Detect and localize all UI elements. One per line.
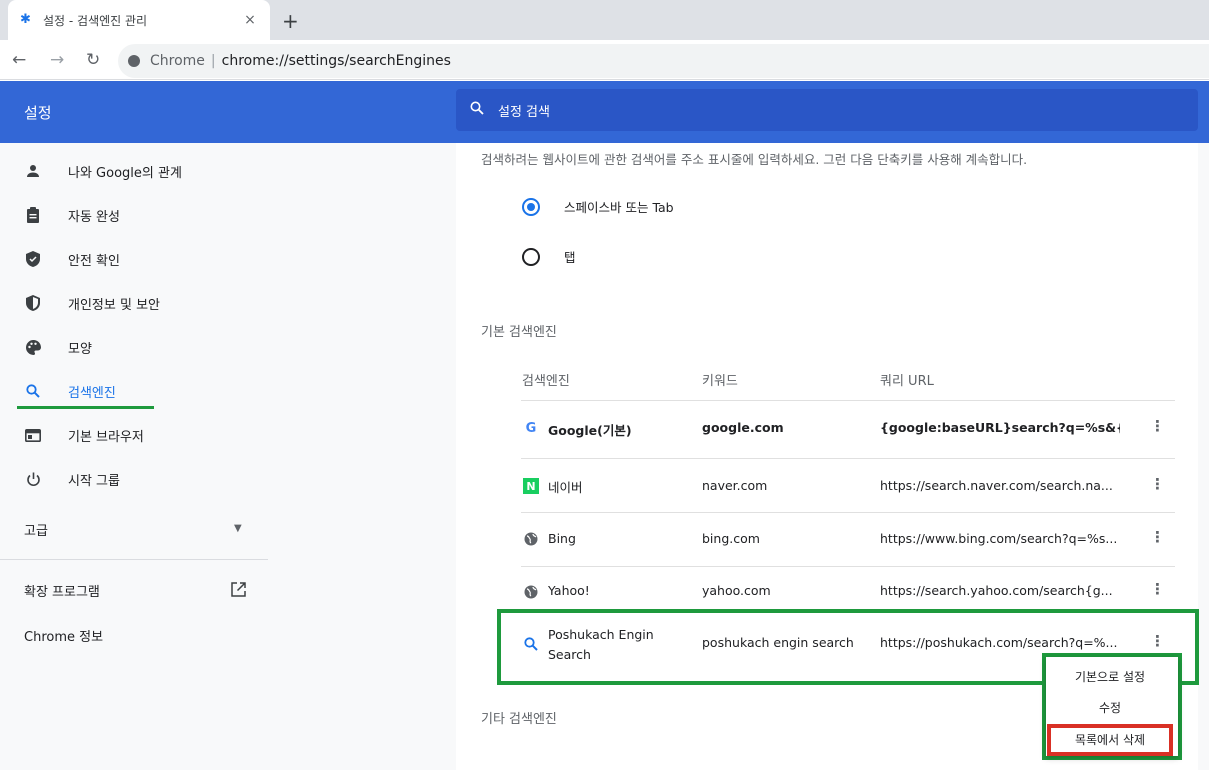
- tab-title: 설정 - 검색엔진 관리: [43, 13, 148, 28]
- sidebar-item-label: 나와 Google의 관계: [68, 165, 182, 181]
- tab-close-button[interactable]: ×: [242, 12, 258, 28]
- google-icon: G: [525, 420, 537, 436]
- shield-check-icon: [24, 250, 42, 268]
- radio-label: 탭: [564, 250, 576, 265]
- back-icon[interactable]: ←: [12, 50, 26, 70]
- sidebar-item-appearance[interactable]: 모양: [0, 325, 268, 369]
- sidebar-extensions[interactable]: 확장 프로그램: [24, 581, 100, 600]
- forward-icon[interactable]: →: [50, 50, 64, 70]
- clipboard-icon: [24, 206, 42, 224]
- omnibox-scheme: Chrome: [150, 53, 205, 69]
- more-vert-icon[interactable]: ⋮: [1150, 580, 1165, 598]
- table-row-google: G Google(기본) google.com {google:baseURL}…: [521, 400, 1175, 458]
- address-bar: ← → ↻ Chrome | chrome://settings/searchE…: [0, 40, 1209, 80]
- new-tab-button[interactable]: +: [282, 9, 299, 33]
- sidebar-item-label: 검색엔진: [68, 385, 116, 401]
- remove-highlight: [1047, 724, 1173, 756]
- chrome-icon: [128, 55, 140, 67]
- sidebar-item-label: 시작 그룹: [68, 473, 120, 489]
- power-icon: [24, 470, 42, 488]
- page-title: 설정: [24, 104, 52, 122]
- radio-button[interactable]: [522, 247, 540, 266]
- sidebar-item-privacy[interactable]: 개인정보 및 보안: [0, 281, 268, 325]
- active-indicator: [17, 406, 154, 409]
- search-icon: [470, 101, 484, 119]
- engine-keyword: bing.com: [702, 531, 760, 546]
- omnibox-separator: |: [210, 53, 216, 69]
- right-gutter: [1198, 143, 1209, 770]
- menu-item-make-default[interactable]: 기본으로 설정: [1046, 661, 1174, 691]
- sidebar-item-label: 모양: [68, 341, 92, 357]
- reload-icon[interactable]: ↻: [86, 50, 100, 70]
- more-vert-icon[interactable]: ⋮: [1150, 528, 1165, 546]
- column-header-engine: 검색엔진: [522, 374, 570, 389]
- sidebar-item-label: 기본 브라우저: [68, 429, 144, 445]
- table-row-bing: Bing bing.com https://www.bing.com/searc…: [521, 512, 1175, 566]
- sidebar-item-label: 개인정보 및 보안: [68, 297, 160, 313]
- omnibox[interactable]: Chrome | chrome://settings/searchEngines: [118, 44, 1209, 78]
- engine-url: {google:baseURL}search?q=%s&{go...: [880, 420, 1120, 435]
- radio-space-or-tab[interactable]: 스페이스바 또는 Tab: [522, 197, 674, 216]
- sidebar-advanced[interactable]: 고급: [24, 520, 48, 539]
- table-row-naver: N 네이버 naver.com https://search.naver.com…: [521, 458, 1175, 512]
- engine-name: Yahoo!: [548, 583, 590, 598]
- globe-icon: [523, 531, 539, 547]
- sidebar-about-chrome[interactable]: Chrome 정보: [24, 626, 103, 645]
- shield-icon: [24, 294, 42, 312]
- naver-icon: N: [523, 478, 539, 494]
- engine-name: Google(기본): [548, 423, 632, 438]
- sidebar-item-label: 자동 완성: [68, 209, 120, 225]
- more-vert-icon[interactable]: ⋮: [1150, 475, 1165, 493]
- browser-icon: [24, 426, 42, 444]
- person-icon: [24, 162, 42, 180]
- radio-tab[interactable]: 탭: [522, 247, 576, 266]
- sidebar-divider: [0, 559, 268, 560]
- radio-button-selected[interactable]: [522, 197, 540, 216]
- sidebar: 나와 Google의 관계 자동 완성 안전 확인 개인정보 및 보안 모양 검…: [0, 143, 268, 770]
- engine-url: https://search.yahoo.com/search{g...: [880, 583, 1113, 598]
- shortcut-description: 검색하려는 웹사이트에 관한 검색어를 주소 표시줄에 입력하세요. 그런 다음…: [481, 152, 1028, 167]
- engine-keyword: yahoo.com: [702, 583, 771, 598]
- settings-header: 설정 설정 검색: [0, 81, 1209, 143]
- omnibox-url: chrome://settings/searchEngines: [221, 53, 451, 69]
- sidebar-item-autofill[interactable]: 자동 완성: [0, 193, 268, 237]
- radio-label: 스페이스바 또는 Tab: [564, 200, 674, 215]
- settings-search-input[interactable]: 설정 검색: [456, 89, 1198, 131]
- tab-strip: ✱ 설정 - 검색엔진 관리 × +: [0, 0, 1209, 40]
- browser-tab[interactable]: ✱ 설정 - 검색엔진 관리 ×: [8, 0, 270, 40]
- other-engines-title: 기타 검색엔진: [481, 712, 557, 727]
- search-placeholder: 설정 검색: [498, 104, 550, 120]
- chevron-down-icon[interactable]: ▼: [234, 523, 242, 534]
- column-header-keyword: 키워드: [702, 374, 738, 389]
- sidebar-item-safety-check[interactable]: 안전 확인: [0, 237, 268, 281]
- sidebar-item-default-browser[interactable]: 기본 브라우저: [0, 413, 268, 457]
- sidebar-item-on-startup[interactable]: 시작 그룹: [0, 457, 268, 501]
- menu-item-edit[interactable]: 수정: [1046, 692, 1174, 722]
- gear-icon: ✱: [20, 12, 31, 27]
- search-icon: [24, 382, 42, 400]
- left-gutter: [268, 143, 456, 770]
- engine-url: https://www.bing.com/search?q=%s...: [880, 531, 1118, 546]
- engine-name: 네이버: [548, 480, 583, 495]
- default-engines-title: 기본 검색엔진: [481, 325, 557, 340]
- palette-icon: [24, 338, 42, 356]
- column-header-url: 쿼리 URL: [880, 374, 934, 389]
- sidebar-item-you-and-google[interactable]: 나와 Google의 관계: [0, 149, 268, 193]
- engine-keyword: google.com: [702, 420, 784, 435]
- engine-url: https://search.naver.com/search.na...: [880, 478, 1113, 493]
- more-vert-icon[interactable]: ⋮: [1150, 417, 1165, 435]
- globe-icon: [523, 584, 539, 600]
- open-in-new-icon[interactable]: [231, 582, 246, 597]
- engine-keyword: naver.com: [702, 478, 768, 493]
- engine-name: Bing: [548, 531, 576, 546]
- sidebar-item-label: 안전 확인: [68, 253, 120, 269]
